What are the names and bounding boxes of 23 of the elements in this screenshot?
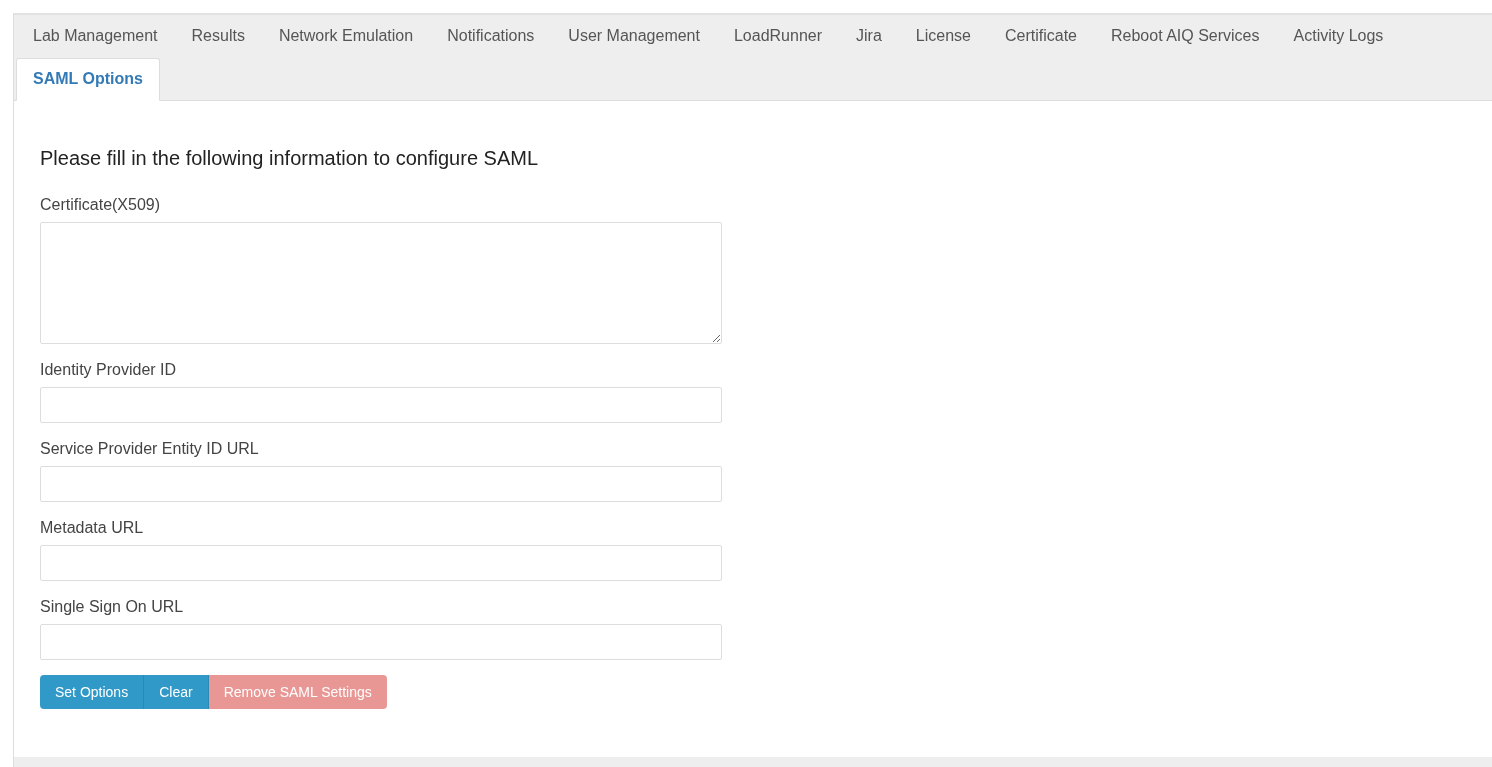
form-heading: Please fill in the following information to configure SAML bbox=[40, 147, 540, 170]
tab[interactable]: Lab Management bbox=[16, 15, 175, 58]
tab[interactable]: SAML Options bbox=[16, 58, 160, 101]
tab[interactable]: Certificate bbox=[987, 15, 1094, 58]
tab[interactable]: License bbox=[898, 15, 988, 58]
input-field[interactable] bbox=[40, 545, 722, 581]
field-label: Metadata URL bbox=[40, 519, 144, 537]
tab[interactable]: Reboot AIQ Services bbox=[1094, 15, 1277, 58]
input-field[interactable] bbox=[40, 624, 722, 660]
tab[interactable]: Notifications bbox=[430, 15, 552, 58]
input-field[interactable] bbox=[40, 466, 722, 502]
field-label: Single Sign On URL bbox=[40, 598, 184, 616]
tab[interactable]: LoadRunner bbox=[716, 15, 840, 58]
tab[interactable]: Network Emulation bbox=[261, 15, 431, 58]
input-field[interactable] bbox=[40, 387, 722, 423]
certificate-textarea[interactable] bbox=[40, 222, 722, 344]
field-label: Service Provider Entity ID URL bbox=[40, 440, 259, 458]
tab[interactable]: User Management bbox=[551, 15, 717, 58]
tab[interactable]: Activity Logs bbox=[1276, 15, 1401, 58]
tab[interactable]: Results bbox=[174, 15, 262, 58]
field-label: Certificate(X509) bbox=[40, 196, 161, 214]
field-label: Identity Provider ID bbox=[40, 361, 177, 379]
tab[interactable]: Jira bbox=[839, 15, 899, 58]
